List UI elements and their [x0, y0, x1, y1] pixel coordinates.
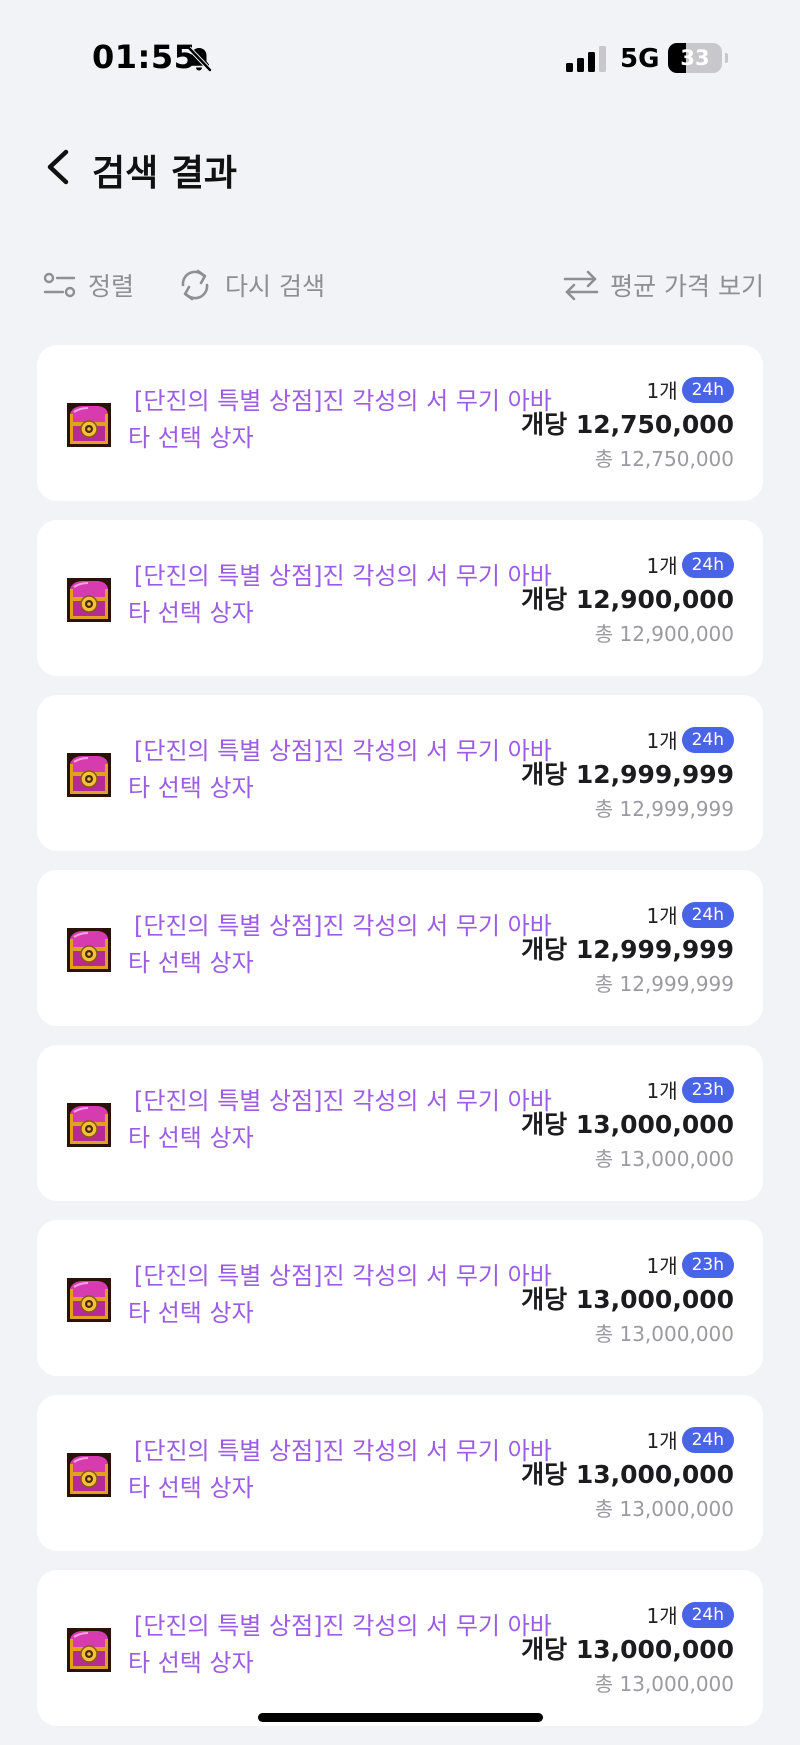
- unit-price: 개당 13,000,000: [521, 1110, 734, 1139]
- treasure-chest-icon: [67, 1103, 111, 1147]
- total-price: 총 13,000,000: [594, 1497, 734, 1521]
- quantity-text: 1개: [646, 904, 678, 928]
- average-price-button[interactable]: 평균 가격 보기: [562, 262, 764, 308]
- quantity-text: 1개: [646, 1429, 678, 1453]
- result-card[interactable]: [단진의 특별 상점]진 각성의 서 무기 아바타 선택 상자 1개 24h 개…: [37, 345, 763, 501]
- home-indicator: [258, 1713, 543, 1722]
- quantity-row: 1개 23h: [646, 1075, 734, 1104]
- quantity-text: 1개: [646, 1604, 678, 1628]
- total-price: 총 12,900,000: [594, 622, 734, 646]
- quantity-text: 1개: [646, 1254, 678, 1278]
- signal-icon: [566, 46, 606, 72]
- time-left-badge: 24h: [681, 901, 734, 928]
- total-price: 총 13,000,000: [594, 1672, 734, 1696]
- quantity-row: 1개 24h: [646, 1600, 734, 1629]
- unit-price: 개당 12,900,000: [521, 585, 734, 614]
- quantity-row: 1개 24h: [646, 725, 734, 754]
- time-left-badge: 24h: [681, 726, 734, 753]
- unit-price: 개당 13,000,000: [521, 1635, 734, 1664]
- time-left-badge: 24h: [681, 1601, 734, 1628]
- sort-icon: [43, 272, 76, 298]
- sort-button[interactable]: 정렬: [42, 262, 134, 308]
- total-price: 총 13,000,000: [594, 1147, 734, 1171]
- quantity-row: 1개 24h: [646, 550, 734, 579]
- toolbar: 정렬 다시 검색 평균 가격 보기: [0, 262, 800, 308]
- total-price: 총 12,999,999: [594, 797, 734, 821]
- item-name: [단진의 특별 상점]진 각성의 서 무기 아바타 선택 상자: [128, 737, 552, 802]
- chevron-left-icon[interactable]: [36, 142, 82, 192]
- quantity-text: 1개: [646, 1079, 678, 1103]
- result-card[interactable]: [단진의 특별 상점]진 각성의 서 무기 아바타 선택 상자 1개 24h 개…: [37, 870, 763, 1026]
- total-price: 총 13,000,000: [594, 1322, 734, 1346]
- result-card[interactable]: [단진의 특별 상점]진 각성의 서 무기 아바타 선택 상자 1개 23h 개…: [37, 1045, 763, 1201]
- battery-level: 33: [680, 46, 710, 70]
- quantity-text: 1개: [646, 379, 678, 403]
- treasure-chest-icon: [67, 928, 111, 972]
- status-time: 01:55: [92, 38, 197, 76]
- battery-tip: [725, 53, 728, 63]
- total-price: 총 12,999,999: [594, 972, 734, 996]
- battery-body: 33: [668, 43, 722, 73]
- treasure-chest-icon: [67, 753, 111, 797]
- item-name: [단진의 특별 상점]진 각성의 서 무기 아바타 선택 상자: [128, 562, 552, 627]
- result-list: [단진의 특별 상점]진 각성의 서 무기 아바타 선택 상자 1개 24h 개…: [37, 345, 763, 1745]
- item-name: [단진의 특별 상점]진 각성의 서 무기 아바타 선택 상자: [128, 387, 552, 452]
- status-bar: 01:55 5G 33: [0, 0, 800, 118]
- refresh-icon: [181, 269, 209, 301]
- unit-price: 개당 12,999,999: [521, 760, 734, 789]
- time-left-badge: 24h: [681, 551, 734, 578]
- quantity-row: 1개 24h: [646, 900, 734, 929]
- item-name: [단진의 특별 상점]진 각성의 서 무기 아바타 선택 상자: [128, 1087, 552, 1152]
- quantity-text: 1개: [646, 729, 678, 753]
- network-label: 5G: [620, 44, 660, 74]
- treasure-chest-icon: [67, 578, 111, 622]
- treasure-chest-icon: [67, 1453, 111, 1497]
- item-name: [단진의 특별 상점]진 각성의 서 무기 아바타 선택 상자: [128, 1612, 552, 1677]
- bell-slash-icon: [187, 46, 212, 72]
- item-name: [단진의 특별 상점]진 각성의 서 무기 아바타 선택 상자: [128, 912, 552, 977]
- item-name: [단진의 특별 상점]진 각성의 서 무기 아바타 선택 상자: [128, 1262, 552, 1327]
- page-title: 검색 결과: [92, 153, 238, 194]
- result-card[interactable]: [단진의 특별 상점]진 각성의 서 무기 아바타 선택 상자 1개 24h 개…: [37, 1395, 763, 1551]
- treasure-chest-icon: [67, 1278, 111, 1322]
- unit-price: 개당 13,000,000: [521, 1285, 734, 1314]
- time-left-badge: 23h: [681, 1251, 734, 1278]
- research-label: 다시 검색: [225, 272, 325, 301]
- time-left-badge: 24h: [681, 376, 734, 403]
- result-card[interactable]: [단진의 특별 상점]진 각성의 서 무기 아바타 선택 상자 1개 24h 개…: [37, 520, 763, 676]
- time-left-badge: 23h: [681, 1076, 734, 1103]
- research-button[interactable]: 다시 검색: [175, 262, 325, 308]
- result-card[interactable]: [단진의 특별 상점]진 각성의 서 무기 아바타 선택 상자 1개 24h 개…: [37, 1570, 763, 1726]
- quantity-row: 1개 24h: [646, 1425, 734, 1454]
- unit-price: 개당 12,750,000: [521, 410, 734, 439]
- quantity-text: 1개: [646, 554, 678, 578]
- swap-arrows-icon: [563, 270, 599, 301]
- time-left-badge: 24h: [681, 1426, 734, 1453]
- unit-price: 개당 12,999,999: [521, 935, 734, 964]
- battery-icon: 33: [668, 43, 728, 73]
- result-card[interactable]: [단진의 특별 상점]진 각성의 서 무기 아바타 선택 상자 1개 23h 개…: [37, 1220, 763, 1376]
- average-price-label: 평균 가격 보기: [610, 272, 764, 301]
- unit-price: 개당 13,000,000: [521, 1460, 734, 1489]
- quantity-row: 1개 23h: [646, 1250, 734, 1279]
- treasure-chest-icon: [67, 403, 111, 447]
- quantity-row: 1개 24h: [646, 375, 734, 404]
- result-card[interactable]: [단진의 특별 상점]진 각성의 서 무기 아바타 선택 상자 1개 24h 개…: [37, 695, 763, 851]
- header: 검색 결과: [0, 130, 800, 204]
- item-name: [단진의 특별 상점]진 각성의 서 무기 아바타 선택 상자: [128, 1437, 552, 1502]
- total-price: 총 12,750,000: [594, 447, 734, 471]
- treasure-chest-icon: [67, 1628, 111, 1672]
- sort-label: 정렬: [88, 272, 135, 301]
